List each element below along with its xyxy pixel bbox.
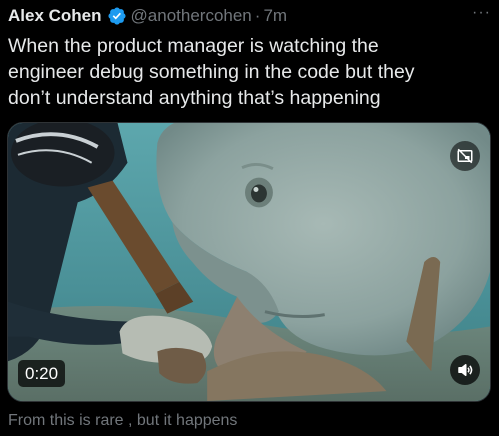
pip-button[interactable] [450,141,480,171]
tweet-text-line: don’t understand anything that’s happeni… [8,87,381,109]
tweet-text: When the product manager is watching the… [8,33,488,111]
video-frame [8,123,490,401]
author-name[interactable]: Alex Cohen [8,6,102,26]
volume-button[interactable] [450,355,480,385]
picture-in-picture-off-icon [457,148,473,164]
media-caption: From this is rare , but it happens [8,412,238,429]
video-player[interactable]: 0:20 [7,122,491,402]
more-options-icon[interactable]: ··· [472,5,491,21]
author-handle[interactable]: @anothercohen [131,6,252,26]
post-time[interactable]: 7m [263,6,287,26]
tweet-text-line: When the product manager is watching the [8,35,379,57]
verified-badge-icon [107,7,126,25]
tweet-text-line: engineer debug something in the code but… [8,61,415,83]
speaker-icon [458,364,473,376]
tweet-header: Alex Cohen @anothercohen · 7m ··· [8,4,491,28]
video-duration-badge: 0:20 [18,360,66,387]
dot-separator: · [254,6,261,25]
